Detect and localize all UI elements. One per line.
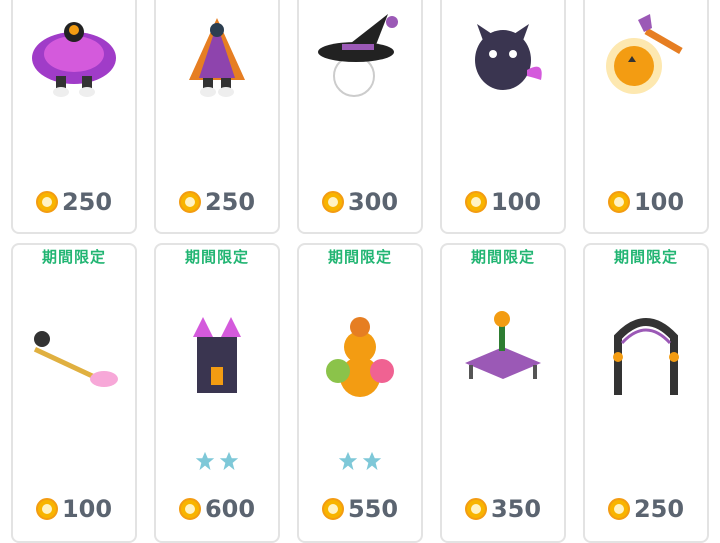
item-card-black-cat[interactable]: 100 xyxy=(440,0,566,234)
price-tag: 250 xyxy=(585,495,707,523)
price-tag: 100 xyxy=(585,188,707,216)
price-value: 100 xyxy=(61,495,113,523)
coin-icon xyxy=(464,191,487,213)
limited-badge: 期間限定 xyxy=(41,248,106,266)
limited-badge: 期間限定 xyxy=(184,248,249,266)
price-tag: 100 xyxy=(13,495,135,523)
coin-icon xyxy=(607,498,630,520)
rarity-stars xyxy=(299,450,421,472)
purple-dress-image xyxy=(32,22,116,97)
rarity-stars xyxy=(156,450,278,472)
price-value: 600 xyxy=(204,495,256,523)
halloween-table-image xyxy=(465,311,541,379)
price-value: 100 xyxy=(633,188,685,216)
witch-outfit-image xyxy=(189,18,245,97)
price-tag: 300 xyxy=(299,188,421,216)
star-icon xyxy=(219,451,239,471)
limited-badge: 期間限定 xyxy=(613,248,678,266)
item-card-cat-broom[interactable]: 期間限定 100 xyxy=(11,243,137,543)
star-icon xyxy=(338,451,358,471)
coin-icon xyxy=(321,191,344,213)
item-card-halloween-arch[interactable]: 期間限定 250 xyxy=(583,243,709,543)
price-tag: 350 xyxy=(442,495,564,523)
price-tag: 250 xyxy=(13,188,135,216)
price-tag: 250 xyxy=(156,188,278,216)
star-icon xyxy=(362,451,382,471)
item-card-haunted-castle[interactable]: 期間限定 600 xyxy=(154,243,280,543)
witch-hat-image xyxy=(318,14,398,97)
coin-icon xyxy=(178,191,201,213)
limited-badge: 期間限定 xyxy=(327,248,392,266)
pumpkin-wand-image xyxy=(606,14,683,94)
price-tag: 550 xyxy=(299,495,421,523)
coin-icon xyxy=(178,498,201,520)
star-icon xyxy=(195,451,215,471)
haunted-castle-image xyxy=(193,317,241,393)
black-cat-image xyxy=(475,24,542,90)
item-card-witch-outfit[interactable]: 250 xyxy=(154,0,280,234)
pumpkin-tower-image xyxy=(326,317,394,397)
coin-icon xyxy=(464,498,487,520)
item-card-purple-dress[interactable]: 250 xyxy=(11,0,137,234)
coin-icon xyxy=(321,498,344,520)
price-value: 250 xyxy=(204,188,256,216)
price-tag: 100 xyxy=(442,188,564,216)
price-value: 250 xyxy=(61,188,113,216)
coin-icon xyxy=(607,191,630,213)
price-value: 550 xyxy=(347,495,399,523)
price-value: 300 xyxy=(347,188,399,216)
price-value: 350 xyxy=(490,495,542,523)
halloween-arch-image xyxy=(613,318,679,395)
item-card-pumpkin-wand[interactable]: 100 xyxy=(583,0,709,234)
item-card-witch-hat[interactable]: 300 xyxy=(297,0,423,234)
coin-icon xyxy=(35,191,58,213)
coin-icon xyxy=(35,498,58,520)
price-value: 100 xyxy=(490,188,542,216)
limited-badge: 期間限定 xyxy=(470,248,535,266)
price-value: 250 xyxy=(633,495,685,523)
item-card-halloween-table[interactable]: 期間限定 350 xyxy=(440,243,566,543)
cat-broom-image xyxy=(33,331,118,387)
price-tag: 600 xyxy=(156,495,278,523)
item-card-pumpkin-tower[interactable]: 期間限定 550 xyxy=(297,243,423,543)
